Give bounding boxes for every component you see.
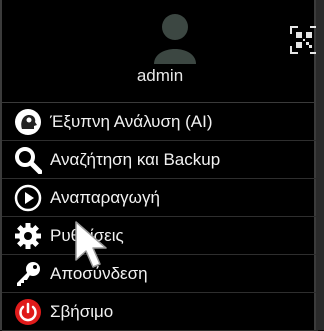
menu-item-search-backup[interactable]: Αναζήτηση και Backup [2, 141, 318, 179]
scrollbar-track[interactable] [316, 0, 324, 330]
menu-label: Σβήσιμο [50, 301, 114, 321]
menu-item-settings[interactable]: Ρυθμίσεις [2, 217, 318, 255]
menu-item-logout[interactable]: Αποσύνδεση [2, 255, 318, 293]
play-icon [12, 182, 44, 214]
search-icon [12, 144, 44, 176]
user-avatar-icon[interactable] [152, 12, 198, 64]
key-icon [12, 258, 44, 290]
menu-label: Αναπαραγωγή [50, 187, 160, 207]
main-menu: Έξυπνη Ανάλυση (AI) Αναζήτηση και Backup… [2, 102, 318, 331]
menu-label: Ρυθμίσεις [50, 225, 124, 245]
gear-icon [12, 220, 44, 252]
power-icon [12, 296, 44, 328]
menu-label: Αποσύνδεση [50, 263, 148, 283]
menu-item-playback[interactable]: Αναπαραγωγή [2, 179, 318, 217]
user-header: admin [2, 0, 318, 100]
qr-code-icon[interactable] [290, 26, 318, 54]
menu-label: Έξυπνη Ανάλυση (AI) [50, 111, 213, 131]
sidebar-menu-panel: admin Έξυπνη Ανάλυση (AI) Αναζήτηση και … [0, 0, 318, 331]
username-label: admin [136, 66, 184, 85]
menu-item-shutdown[interactable]: Σβήσιμο [2, 293, 318, 331]
ai-head-icon [12, 106, 44, 138]
menu-label: Αναζήτηση και Backup [50, 149, 221, 169]
menu-item-ai-analysis[interactable]: Έξυπνη Ανάλυση (AI) [2, 102, 318, 141]
